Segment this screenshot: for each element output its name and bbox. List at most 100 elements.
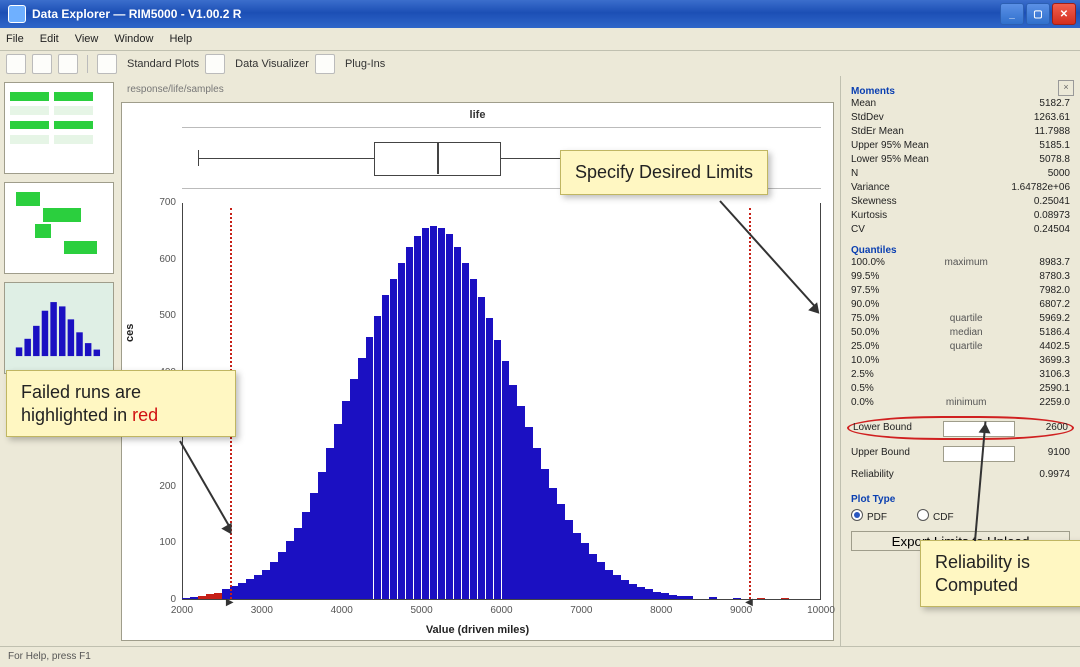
callout-reliability-arrowhead — [979, 422, 992, 433]
moments-row: Kurtosis0.08973 — [851, 209, 1070, 223]
chart-icon[interactable] — [97, 54, 117, 74]
histogram-bar — [677, 596, 685, 599]
thumbnail-histogram[interactable] — [4, 282, 114, 374]
x-tick: 8000 — [641, 605, 681, 616]
quantiles-row: 99.5%8780.3 — [851, 270, 1070, 284]
boxplot-title: life — [122, 109, 833, 121]
standard-plots-button[interactable]: Standard Plots — [127, 58, 199, 70]
reliability-label: Reliability — [851, 468, 894, 482]
histogram-bar — [533, 448, 541, 599]
moments-row: N5000 — [851, 167, 1070, 181]
moments-row: Lower 95% Mean5078.8 — [851, 153, 1070, 167]
lower-bound-highlight: Lower Bound 2600 — [847, 416, 1074, 440]
histogram-bar — [430, 226, 438, 599]
histogram-bar — [541, 469, 549, 599]
histogram-bar — [398, 263, 406, 599]
quantiles-row: 90.0%6807.2 — [851, 298, 1070, 312]
menu-view[interactable]: View — [75, 33, 99, 45]
x-tick: 10000 — [801, 605, 841, 616]
histogram-bar — [733, 598, 741, 599]
quantiles-row: 0.5%2590.1 — [851, 382, 1070, 396]
histogram-bar — [637, 587, 645, 599]
menu-file[interactable]: File — [6, 33, 24, 45]
callout-specify-limits: Specify Desired Limits — [560, 150, 768, 195]
histogram-bar — [382, 295, 390, 599]
histogram-bar — [525, 427, 533, 599]
moments-row: Upper 95% Mean5185.1 — [851, 139, 1070, 153]
histogram-bar — [757, 598, 765, 599]
x-tick: 2000 — [162, 605, 202, 616]
histogram-bar — [478, 297, 486, 599]
x-tick: 7000 — [561, 605, 601, 616]
moments-row: StdEr Mean11.7988 — [851, 125, 1070, 139]
maximize-button[interactable]: ▢ — [1026, 3, 1050, 25]
x-tick: 3000 — [242, 605, 282, 616]
menu-help[interactable]: Help — [169, 33, 192, 45]
moments-row: Variance1.64782e+06 — [851, 181, 1070, 195]
upper-limit-line — [749, 208, 751, 599]
histogram-bar — [462, 263, 470, 599]
callout-reliability: Reliability is Computed — [920, 540, 1080, 607]
moments-row: CV0.24504 — [851, 223, 1070, 237]
y-tick: 200 — [136, 481, 176, 492]
reload-icon[interactable] — [58, 54, 78, 74]
histogram-bar — [342, 401, 350, 600]
lower-bound-label: Lower Bound — [853, 421, 912, 435]
thumbnail-table[interactable] — [4, 82, 114, 174]
y-tick: 0 — [136, 594, 176, 605]
close-button[interactable]: ✕ — [1052, 3, 1076, 25]
back-icon[interactable] — [6, 54, 26, 74]
y-axis-title: ces — [124, 323, 136, 341]
histogram-bar — [286, 541, 294, 599]
status-bar: For Help, press F1 — [0, 646, 1080, 667]
grid-icon[interactable] — [205, 54, 225, 74]
plugins-button[interactable]: Plug-Ins — [345, 58, 385, 70]
window-title: Data Explorer — RIM5000 - V1.00.2 R — [32, 7, 241, 21]
histogram-bar — [709, 597, 717, 599]
histogram-bar — [422, 228, 430, 599]
histogram-bar — [358, 358, 366, 599]
menu-edit[interactable]: Edit — [40, 33, 59, 45]
title-bar: Data Explorer — RIM5000 - V1.00.2 R _ ▢ … — [0, 0, 1080, 28]
y-tick: 100 — [136, 537, 176, 548]
panel-close-icon[interactable]: × — [1058, 80, 1074, 96]
menu-window[interactable]: Window — [114, 33, 153, 45]
histogram-bar — [589, 554, 597, 599]
thumbnail-sensitivity[interactable] — [4, 182, 114, 274]
histogram-bar — [278, 552, 286, 599]
histogram-bar — [254, 575, 262, 599]
left-panel — [0, 76, 118, 647]
histogram-bar — [446, 234, 454, 599]
histogram-bar — [685, 596, 693, 599]
histogram-bar — [318, 472, 326, 599]
upper-bound-input[interactable] — [943, 446, 1015, 462]
histogram-bar — [310, 493, 318, 599]
histogram-bar — [494, 340, 502, 599]
moments-row: StdDev1263.61 — [851, 111, 1070, 125]
radio-pdf[interactable]: PDF — [851, 509, 887, 523]
minimize-button[interactable]: _ — [1000, 3, 1024, 25]
quantiles-row: 100.0%maximum8983.7 — [851, 256, 1070, 270]
histogram-bar — [661, 593, 669, 599]
radio-cdf[interactable]: CDF — [917, 509, 954, 523]
histogram-bar — [509, 385, 517, 599]
upper-bound-value: 9100 — [1048, 446, 1070, 460]
histogram-bar — [486, 318, 494, 599]
save-icon[interactable] — [32, 54, 52, 74]
histogram-bar — [517, 406, 525, 599]
x-tick: 6000 — [482, 605, 522, 616]
histogram-bar — [581, 543, 589, 599]
plugin-icon[interactable] — [315, 54, 335, 74]
histogram-bar — [246, 579, 254, 599]
histogram-bar — [645, 589, 653, 599]
histogram-bar — [406, 247, 414, 599]
histogram-bar — [454, 247, 462, 599]
histogram-bar — [629, 584, 637, 599]
quantiles-row: 97.5%7982.0 — [851, 284, 1070, 298]
moments-row: Skewness0.25041 — [851, 195, 1070, 209]
y-axis-right — [820, 203, 821, 600]
histogram-bar — [238, 583, 246, 599]
data-visualizer-button[interactable]: Data Visualizer — [235, 58, 309, 70]
histogram-bar — [470, 279, 478, 599]
menu-bar: File Edit View Window Help — [0, 28, 1080, 51]
